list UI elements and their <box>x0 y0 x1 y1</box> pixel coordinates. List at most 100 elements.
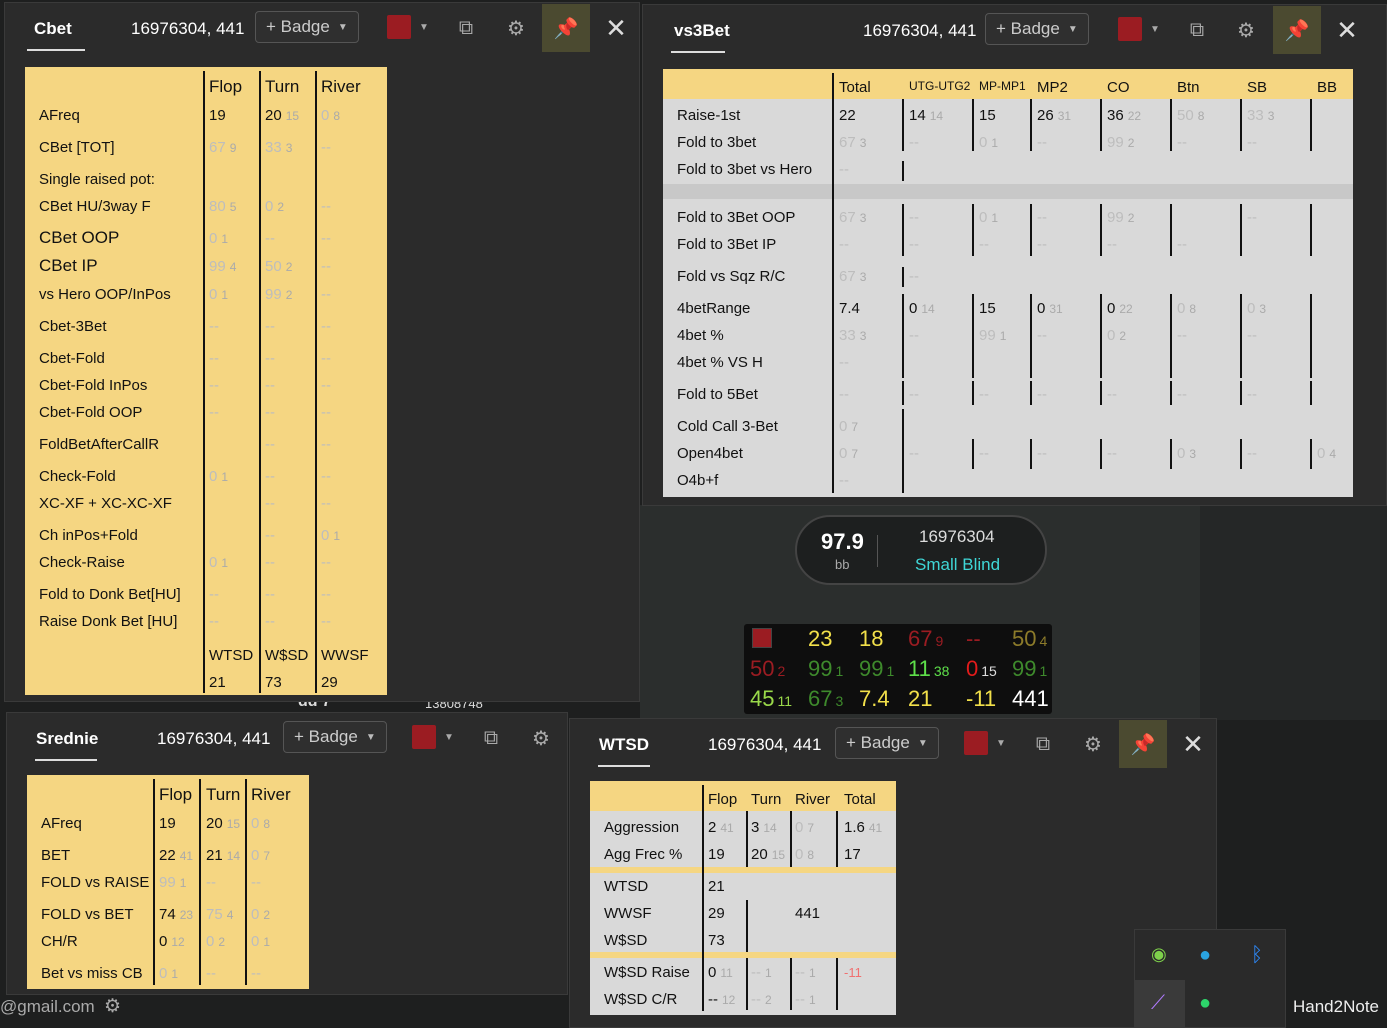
stat-cell[interactable]: -- <box>1247 209 1261 226</box>
stat-cell[interactable]: 22 <box>839 107 860 124</box>
tab-srednie[interactable]: Srednie <box>36 729 98 749</box>
stat-cell[interactable]: 15 <box>979 300 1000 317</box>
stat-cell[interactable]: 01 <box>209 230 228 247</box>
close-icon[interactable]: ✕ <box>599 11 633 45</box>
chevron-down-icon[interactable]: ▼ <box>1150 24 1160 35</box>
stat-cell[interactable]: 80 5 <box>209 198 236 215</box>
add-badge-button[interactable]: + Badge ▼ <box>255 11 359 43</box>
stat-cell[interactable]: -- <box>1037 134 1051 151</box>
stat-cell[interactable]: -- <box>209 377 223 394</box>
stat-cell[interactable]: 01 <box>251 933 270 950</box>
stat-cell[interactable]: 0 22 <box>1107 300 1133 317</box>
stat-value[interactable]: 441 <box>795 905 820 922</box>
stat-cell[interactable]: 19 <box>209 107 230 124</box>
srednie-popup[interactable]: Srednie 16976304, 441 + Badge ▼ ▼ ⧉ ⚙ Flo… <box>6 712 568 995</box>
stat-cell[interactable]: -- <box>321 350 335 367</box>
stat-cell[interactable]: -- <box>265 377 279 394</box>
stat-cell[interactable]: -- <box>909 209 923 226</box>
stat-value[interactable]: -11 <box>844 965 862 980</box>
tab-wtsd[interactable]: WTSD <box>599 735 649 755</box>
stat-cell[interactable]: -- <box>909 327 923 344</box>
copy-icon[interactable]: ⧉ <box>1026 727 1060 761</box>
stat-cell[interactable]: -- <box>321 139 335 156</box>
stat-cell[interactable]: -- <box>251 874 265 891</box>
stat-cell[interactable]: 19 <box>159 815 180 832</box>
nvidia-icon[interactable]: ◉ <box>1151 944 1167 965</box>
stat-cell[interactable]: -- <box>321 404 335 421</box>
stat-cell[interactable]: 07 <box>839 418 858 435</box>
stat-cell[interactable]: -- <box>909 445 923 462</box>
stat-cell[interactable]: -- <box>1037 327 1051 344</box>
close-icon[interactable]: ✕ <box>1330 13 1364 47</box>
stat-cell[interactable]: 02 <box>206 933 225 950</box>
copy-icon[interactable]: ⧉ <box>449 11 483 45</box>
stat-cell[interactable]: -- <box>321 468 335 485</box>
stat-value[interactable]: -- <box>1107 386 1117 403</box>
stat-cell[interactable]: -- <box>1107 236 1121 253</box>
stat-value[interactable]: -- <box>1037 386 1047 403</box>
stat-cell[interactable]: 99 2 <box>265 286 292 303</box>
stat-cell[interactable]: 08 <box>795 846 814 863</box>
stat-cell[interactable]: -- <box>265 613 279 630</box>
stat-cell[interactable]: 03 <box>1247 300 1266 317</box>
stat-cell[interactable]: -- <box>209 613 223 630</box>
kaspersky-icon[interactable]: ● <box>1199 992 1211 1015</box>
stat-cell[interactable]: -- <box>321 286 335 303</box>
telegram-icon[interactable]: ● <box>1199 944 1211 967</box>
stat-cell[interactable]: -- <box>321 318 335 335</box>
stat-value[interactable]: -- <box>839 161 849 178</box>
stat-cell[interactable]: -- <box>321 258 335 275</box>
stat-cell[interactable]: 74 23 <box>159 906 193 923</box>
stat-cell[interactable]: -- 2 <box>751 991 772 1008</box>
stat-value[interactable]: 21 <box>708 878 725 895</box>
stat-cell[interactable]: 07 <box>839 445 858 462</box>
chevron-down-icon[interactable]: ▼ <box>419 22 429 33</box>
stat-cell[interactable]: -- <box>321 198 335 215</box>
stat-cell[interactable]: 17 <box>844 846 865 863</box>
stat-cell[interactable]: 36 22 <box>1107 107 1141 124</box>
stat-value[interactable]: 29 <box>708 905 725 922</box>
stat-cell[interactable]: 20 15 <box>751 846 785 863</box>
stat-cell[interactable]: 67 9 <box>209 139 236 156</box>
stat-cell[interactable]: -- <box>321 377 335 394</box>
stat-value[interactable]: -- <box>979 386 989 403</box>
stat-value[interactable]: -- <box>909 386 919 403</box>
stat-cell[interactable]: 04 <box>1317 445 1336 462</box>
stat-cell[interactable]: -- 12 <box>708 991 735 1008</box>
stat-value[interactable]: -- <box>839 354 849 371</box>
stat-cell[interactable]: -- <box>209 586 223 603</box>
stat-cell[interactable]: -- <box>321 613 335 630</box>
stat-cell[interactable]: 02 <box>265 198 284 215</box>
stat-cell[interactable]: 01 <box>209 554 228 571</box>
pin-icon[interactable]: 📌 <box>1119 720 1167 768</box>
gear-icon[interactable]: ⚙ <box>1076 727 1110 761</box>
stat-cell[interactable]: -- <box>265 468 279 485</box>
stat-cell[interactable]: -- <box>265 318 279 335</box>
color-swatch[interactable] <box>412 725 436 749</box>
stat-cell[interactable]: 01 <box>159 965 178 982</box>
stat-cell[interactable]: 33 3 <box>839 327 866 344</box>
stat-cell[interactable]: 26 31 <box>1037 107 1071 124</box>
tab-vs3bet[interactable]: vs3Bet <box>674 21 730 41</box>
stat-cell[interactable]: -- <box>251 965 265 982</box>
stat-cell[interactable]: -- <box>265 495 279 512</box>
stat-cell[interactable]: 20 15 <box>206 815 240 832</box>
stat-cell[interactable]: 01 <box>209 286 228 303</box>
stat-cell[interactable]: -- <box>321 436 335 453</box>
add-badge-button[interactable]: + Badge ▼ <box>985 13 1089 45</box>
stat-cell[interactable]: 20 15 <box>265 107 299 124</box>
stat-cell[interactable]: 08 <box>321 107 340 124</box>
stat-cell[interactable]: -- <box>209 350 223 367</box>
stat-cell[interactable]: -- <box>979 445 993 462</box>
stat-cell[interactable]: 02 <box>1107 327 1126 344</box>
stat-cell[interactable]: -- <box>1037 209 1051 226</box>
player-hud[interactable]: 23 18 67 9 -- 50 4 50 2 99 1 99 1 11 38 0 15 99… <box>744 624 1052 714</box>
stat-cell[interactable]: 01 <box>209 468 228 485</box>
stat-cell[interactable]: 99 1 <box>979 327 1006 344</box>
chevron-down-icon[interactable]: ▼ <box>444 732 454 743</box>
color-swatch[interactable] <box>1118 17 1142 41</box>
stat-cell[interactable]: -- <box>979 236 993 253</box>
stat-cell[interactable]: -- <box>909 236 923 253</box>
stat-value[interactable]: -- <box>839 386 849 403</box>
stat-value[interactable]: 73 <box>708 932 725 949</box>
